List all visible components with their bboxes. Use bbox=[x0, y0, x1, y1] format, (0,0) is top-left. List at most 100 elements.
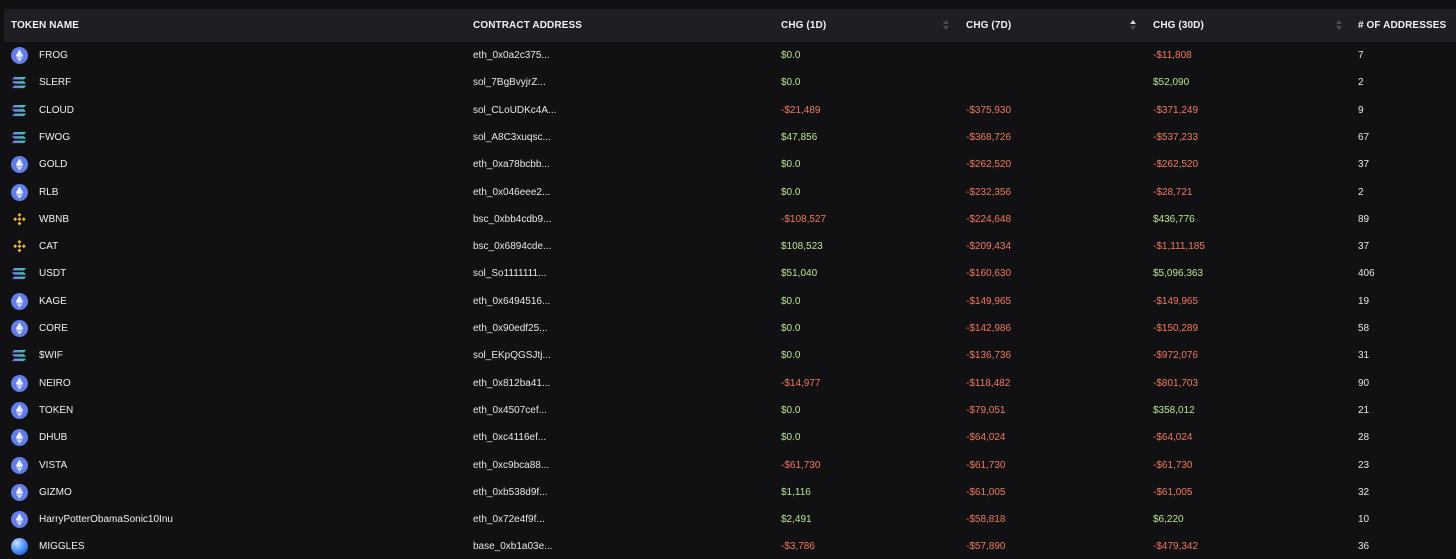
sort-chg-1d-icon[interactable] bbox=[943, 19, 951, 33]
contract-address[interactable]: eth_0xc4116ef... bbox=[473, 424, 773, 451]
token-name: NEIRO bbox=[39, 377, 71, 389]
contract-address[interactable]: sol_7BgBvyjrZ... bbox=[473, 69, 773, 96]
contract-address[interactable]: eth_0xa78bcbb... bbox=[473, 151, 773, 178]
chg-7d-value bbox=[966, 42, 1136, 69]
ethereum-icon bbox=[11, 374, 28, 392]
chg-30d-value: -$972,076 bbox=[1153, 350, 1199, 362]
chg-7d-value: -$232,356 bbox=[966, 186, 1012, 198]
token-name-cell[interactable]: NEIRO bbox=[11, 370, 471, 397]
contract-address[interactable]: sol_A8C3xuqsc... bbox=[473, 124, 773, 151]
column-header-contract-address[interactable]: CONTRACT ADDRESS bbox=[473, 9, 773, 42]
token-name-cell[interactable]: USDT bbox=[11, 260, 471, 287]
chg-7d-value: -$64,024 bbox=[966, 432, 1006, 444]
num-addresses-value: 58 bbox=[1358, 323, 1370, 334]
chg-1d-value: $0.0 bbox=[781, 432, 801, 444]
table-row[interactable]: WBNB bsc_0xbb4cdb9... -$108,527 -$224,648 $4… bbox=[4, 206, 1456, 233]
token-name-cell[interactable]: TOKEN bbox=[11, 397, 471, 424]
token-name-cell[interactable]: CAT bbox=[11, 233, 471, 260]
base-icon bbox=[11, 538, 28, 556]
table-row[interactable]: NEIRO eth_0x812ba41... -$14,977 -$118,482 -$… bbox=[4, 370, 1456, 397]
table-row[interactable]: KAGE eth_0x6494516... $0.0 -$149,965 -$149,9… bbox=[4, 288, 1456, 315]
contract-address[interactable]: sol_So1111111... bbox=[473, 260, 773, 287]
sort-chg-30d-icon[interactable] bbox=[1336, 19, 1344, 33]
chg-30d-value: $436,776 bbox=[1153, 213, 1195, 225]
column-header-chg-30d[interactable]: CHG (30D) bbox=[1153, 9, 1343, 42]
token-name: CAT bbox=[39, 241, 59, 253]
table-row[interactable]: MIGGLES base_0xb1a03e... -$3,786 -$57,890 -$… bbox=[4, 533, 1456, 559]
column-header-chg-7d[interactable]: CHG (7D) bbox=[966, 9, 1136, 42]
chg-30d-value: -$64,024 bbox=[1153, 432, 1193, 444]
table-row[interactable]: CLOUD sol_CLoUDKc4A... -$21,489 -$375,930 -$… bbox=[4, 97, 1456, 124]
chg-1d-value: $51,040 bbox=[781, 268, 818, 280]
token-name-cell[interactable]: GIZMO bbox=[11, 479, 471, 506]
solana-icon bbox=[11, 102, 28, 119]
token-name: VISTA bbox=[39, 459, 68, 471]
table-row[interactable]: $WIF sol_EKpQGSJtj... $0.0 -$136,736 -$972,0… bbox=[4, 342, 1456, 369]
token-name-cell[interactable]: SLERF bbox=[11, 69, 471, 96]
table-row[interactable]: GOLD eth_0xa78bcbb... $0.0 -$262,520 -$262,5… bbox=[4, 151, 1456, 178]
bnb-icon bbox=[11, 238, 28, 255]
chg-7d-value: -$375,930 bbox=[966, 104, 1012, 116]
table-row[interactable]: CORE eth_0x90edf25... $0.0 -$142,986 -$150,2… bbox=[4, 315, 1456, 342]
table-row[interactable]: VISTA eth_0xc9bca88... -$61,730 -$61,730 -$6… bbox=[4, 452, 1456, 479]
num-addresses-value: 2 bbox=[1358, 77, 1364, 89]
chg-30d-value: $5,096,363 bbox=[1153, 268, 1204, 280]
token-name-cell[interactable]: $WIF bbox=[11, 342, 471, 369]
table-row[interactable]: GIZMO eth_0xb538d9f... $1,116 -$61,005 -$61,… bbox=[4, 479, 1456, 506]
num-addresses-value: 37 bbox=[1358, 159, 1370, 171]
chg-30d-value: -$61,005 bbox=[1153, 486, 1193, 498]
token-name-cell[interactable]: CORE bbox=[11, 315, 471, 342]
token-name: HarryPotterObamaSonic10Inu bbox=[39, 514, 173, 526]
token-name-cell[interactable]: VISTA bbox=[11, 452, 471, 479]
token-name-cell[interactable]: GOLD bbox=[11, 151, 471, 178]
token-name-cell[interactable]: DHUB bbox=[11, 424, 471, 451]
table-row[interactable]: FROG eth_0x0a2c375... $0.0 -$11,808 7 bbox=[4, 42, 1456, 69]
column-header-num-addresses[interactable]: # OF ADDRESSES bbox=[1358, 9, 1456, 42]
token-name-cell[interactable]: MIGGLES bbox=[11, 533, 471, 559]
contract-address[interactable]: eth_0xb538d9f... bbox=[473, 479, 773, 506]
ethereum-icon bbox=[11, 320, 28, 337]
contract-address[interactable]: eth_0xc9bca88... bbox=[473, 452, 773, 479]
table-row[interactable]: SLERF sol_7BgBvyjrZ... $0.0 $52,090 2 bbox=[4, 69, 1456, 96]
contract-address[interactable]: bsc_0x6894cde... bbox=[473, 233, 773, 260]
table-row[interactable]: CAT bsc_0x6894cde... $108,523 -$209,434 -$1,… bbox=[4, 233, 1456, 260]
token-name-cell[interactable]: WBNB bbox=[11, 206, 471, 233]
column-header-token-name[interactable]: TOKEN NAME bbox=[11, 9, 471, 42]
contract-address[interactable]: eth_0x046eee2... bbox=[473, 179, 773, 206]
chg-1d-value: $0.0 bbox=[781, 295, 801, 307]
contract-address[interactable]: bsc_0xbb4cdb9... bbox=[473, 206, 773, 233]
table-row[interactable]: HarryPotterObamaSonic10Inu eth_0x72e4f9f.… bbox=[4, 506, 1456, 533]
column-header-chg-1d[interactable]: CHG (1D) bbox=[781, 9, 951, 42]
table-row[interactable]: USDT sol_So1111111... $51,040 -$160,630 $5,0… bbox=[4, 260, 1456, 287]
token-name: USDT bbox=[39, 268, 67, 280]
chg-7d-value: -$160,630 bbox=[966, 268, 1012, 280]
chg-7d-value: -$58,818 bbox=[966, 514, 1006, 526]
solana-icon bbox=[11, 347, 28, 364]
chg-30d-value: $6,220 bbox=[1153, 514, 1184, 526]
chg-7d-value: -$136,736 bbox=[966, 350, 1012, 362]
contract-address[interactable]: eth_0x72e4f9f... bbox=[473, 506, 773, 533]
table-row[interactable]: RLB eth_0x046eee2... $0.0 -$232,356 -$28,721… bbox=[4, 179, 1456, 206]
ethereum-icon bbox=[11, 511, 28, 529]
token-name-cell[interactable]: RLB bbox=[11, 179, 471, 206]
token-name-cell[interactable]: FWOG bbox=[11, 124, 471, 151]
table-row[interactable]: TOKEN eth_0x4507cef... $0.0 -$79,051 $358,01… bbox=[4, 397, 1456, 424]
contract-address[interactable]: eth_0x4507cef... bbox=[473, 397, 773, 424]
contract-address[interactable]: eth_0x6494516... bbox=[473, 288, 773, 315]
chg-1d-value: $0.0 bbox=[781, 186, 801, 198]
contract-address[interactable]: sol_EKpQGSJtj... bbox=[473, 342, 773, 369]
table-row[interactable]: FWOG sol_A8C3xuqsc... $47,856 -$368,726 -$53… bbox=[4, 124, 1456, 151]
contract-address[interactable]: sol_CLoUDKc4A... bbox=[473, 97, 773, 124]
table-row[interactable]: DHUB eth_0xc4116ef... $0.0 -$64,024 -$64,024… bbox=[4, 424, 1456, 451]
contract-address[interactable]: eth_0x90edf25... bbox=[473, 315, 773, 342]
contract-address[interactable]: base_0xb1a03e... bbox=[473, 533, 773, 559]
token-name-cell[interactable]: FROG bbox=[11, 42, 471, 69]
sort-chg-7d-icon[interactable] bbox=[1130, 19, 1138, 33]
token-name-cell[interactable]: CLOUD bbox=[11, 97, 471, 124]
token-name: RLB bbox=[39, 186, 59, 198]
token-name-cell[interactable]: HarryPotterObamaSonic10Inu bbox=[11, 506, 471, 533]
token-name-cell[interactable]: KAGE bbox=[11, 288, 471, 315]
chg-1d-value: -$108,527 bbox=[781, 213, 827, 225]
contract-address[interactable]: eth_0x0a2c375... bbox=[473, 42, 773, 69]
contract-address[interactable]: eth_0x812ba41... bbox=[473, 370, 773, 397]
